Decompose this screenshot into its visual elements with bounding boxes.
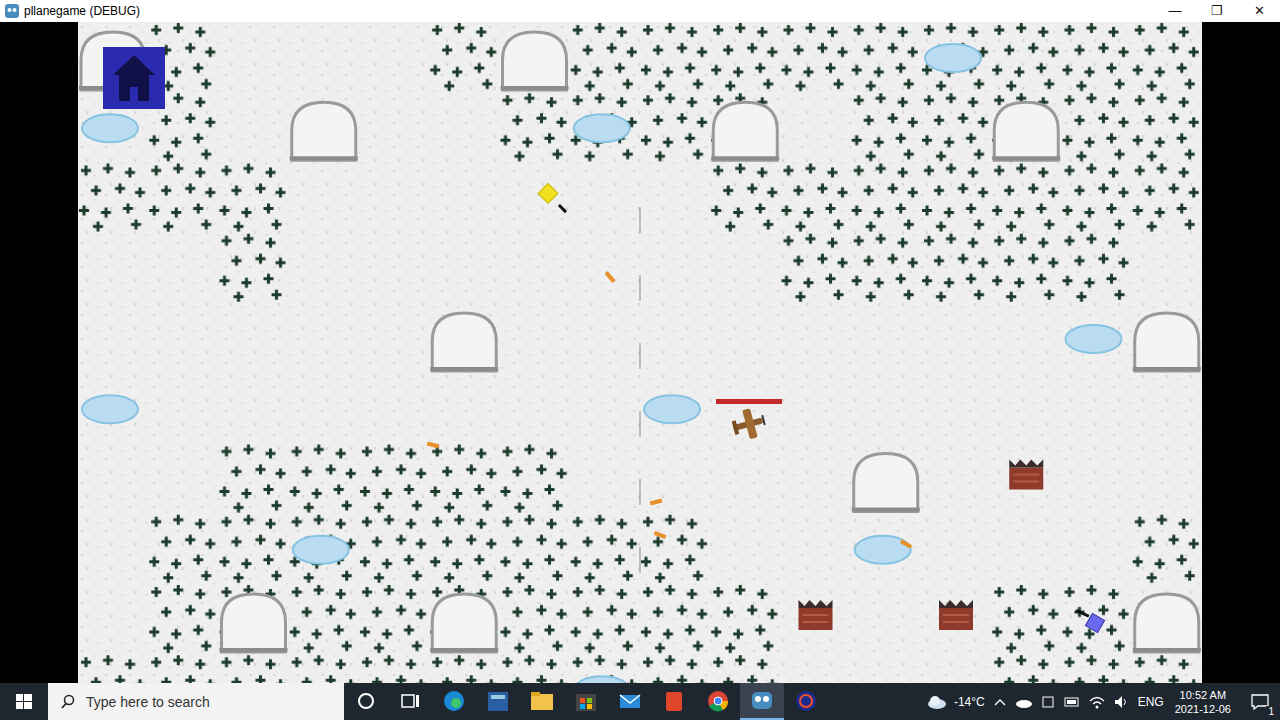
- igloo: [290, 102, 358, 160]
- forest: [219, 233, 289, 303]
- enemy-turret: [538, 184, 567, 214]
- search-placeholder: Type here to search: [86, 694, 210, 710]
- search-box[interactable]: Type here to search: [48, 683, 344, 720]
- device-icon[interactable]: [1040, 694, 1056, 710]
- bullet: [427, 442, 440, 449]
- player-plane-icon[interactable]: [730, 405, 769, 442]
- igloo: [992, 102, 1060, 160]
- igloo: [1133, 594, 1201, 652]
- bullet: [650, 499, 663, 506]
- frozen-pond: [82, 395, 138, 423]
- forest: [148, 584, 780, 654]
- office-icon[interactable]: [652, 683, 696, 720]
- battery-icon[interactable]: [1063, 694, 1081, 710]
- godot-icon[interactable]: [740, 683, 784, 720]
- mail-icon[interactable]: [608, 683, 652, 720]
- frozen-pond: [293, 536, 349, 564]
- cortana-icon[interactable]: [344, 683, 388, 720]
- igloo: [501, 32, 569, 90]
- forest: [570, 22, 1202, 92]
- game-viewport: [0, 22, 1280, 683]
- clock-time: 10:52 AM: [1180, 688, 1226, 702]
- factory: [799, 600, 833, 630]
- factory: [939, 600, 973, 630]
- input-language[interactable]: ENG: [1138, 695, 1164, 709]
- system-tray: -14°C ENG 10:52 AM2021-12-06 1: [925, 683, 1280, 720]
- window-control-button[interactable]: —: [1154, 0, 1196, 22]
- forest: [429, 22, 499, 92]
- enemy-tank: [1076, 609, 1105, 633]
- edge-icon[interactable]: [432, 683, 476, 720]
- forest: [148, 514, 710, 584]
- forest: [500, 92, 781, 162]
- frozen-pond: [644, 395, 700, 423]
- forest: [219, 444, 570, 514]
- forest: [991, 654, 1202, 683]
- forest: [710, 163, 1202, 233]
- screen: pllanegame (DEBUG) —❐✕ Type here to search…: [0, 0, 1280, 720]
- frozen-pond: [1066, 325, 1122, 353]
- calculator-icon[interactable]: [476, 683, 520, 720]
- forest: [851, 92, 1202, 162]
- igloo: [430, 594, 498, 652]
- search-icon: [60, 694, 76, 710]
- windows-start-icon[interactable]: [0, 683, 48, 720]
- onedrive-icon[interactable]: [1015, 694, 1033, 710]
- weather-cloud-icon[interactable]: [925, 694, 947, 710]
- game-map[interactable]: [78, 22, 1202, 683]
- forest: [78, 163, 289, 233]
- clock-date: 2021-12-06: [1175, 702, 1231, 716]
- window-control-button[interactable]: ❐: [1196, 0, 1238, 22]
- chrome-icon[interactable]: [696, 683, 740, 720]
- taskbar: Type here to search -14°C ENG 10:52 AM2021-…: [0, 683, 1280, 720]
- notification-count: 1: [1266, 706, 1276, 717]
- flight-path: [640, 207, 641, 582]
- player-health-bar: [716, 399, 782, 404]
- app-icon: [4, 3, 20, 19]
- home-base: [103, 47, 165, 109]
- window-title: pllanegame (DEBUG): [24, 4, 140, 18]
- task-view-icon[interactable]: [388, 683, 432, 720]
- igloo: [430, 313, 498, 371]
- window-control-button[interactable]: ✕: [1238, 0, 1280, 22]
- forest: [1132, 514, 1202, 584]
- bullet: [605, 271, 616, 283]
- wifi-icon[interactable]: [1088, 694, 1106, 710]
- bullet: [654, 531, 667, 539]
- clock[interactable]: 10:52 AM2021-12-06: [1171, 688, 1235, 716]
- igloo: [711, 102, 779, 160]
- frozen-pond: [82, 114, 138, 142]
- forest: [781, 233, 1132, 303]
- igloo: [1133, 313, 1201, 371]
- volume-icon[interactable]: [1113, 694, 1131, 710]
- notification-center-button[interactable]: 1: [1242, 683, 1278, 720]
- frozen-pond: [574, 676, 630, 683]
- frozen-pond: [574, 114, 630, 142]
- factory: [1009, 460, 1043, 490]
- igloo: [852, 454, 920, 512]
- forest: [78, 654, 781, 683]
- snow-ground: [78, 22, 1202, 683]
- chevron-up-icon[interactable]: [992, 694, 1008, 710]
- bullet: [900, 539, 912, 548]
- weather-temperature[interactable]: -14°C: [954, 695, 985, 709]
- igloo: [220, 594, 288, 652]
- store-icon[interactable]: [564, 683, 608, 720]
- title-bar: pllanegame (DEBUG) —❐✕: [0, 0, 1280, 22]
- forest: [991, 584, 1132, 654]
- frozen-pond: [925, 44, 981, 72]
- file-explorer-icon[interactable]: [520, 683, 564, 720]
- ea-app-icon[interactable]: [784, 683, 828, 720]
